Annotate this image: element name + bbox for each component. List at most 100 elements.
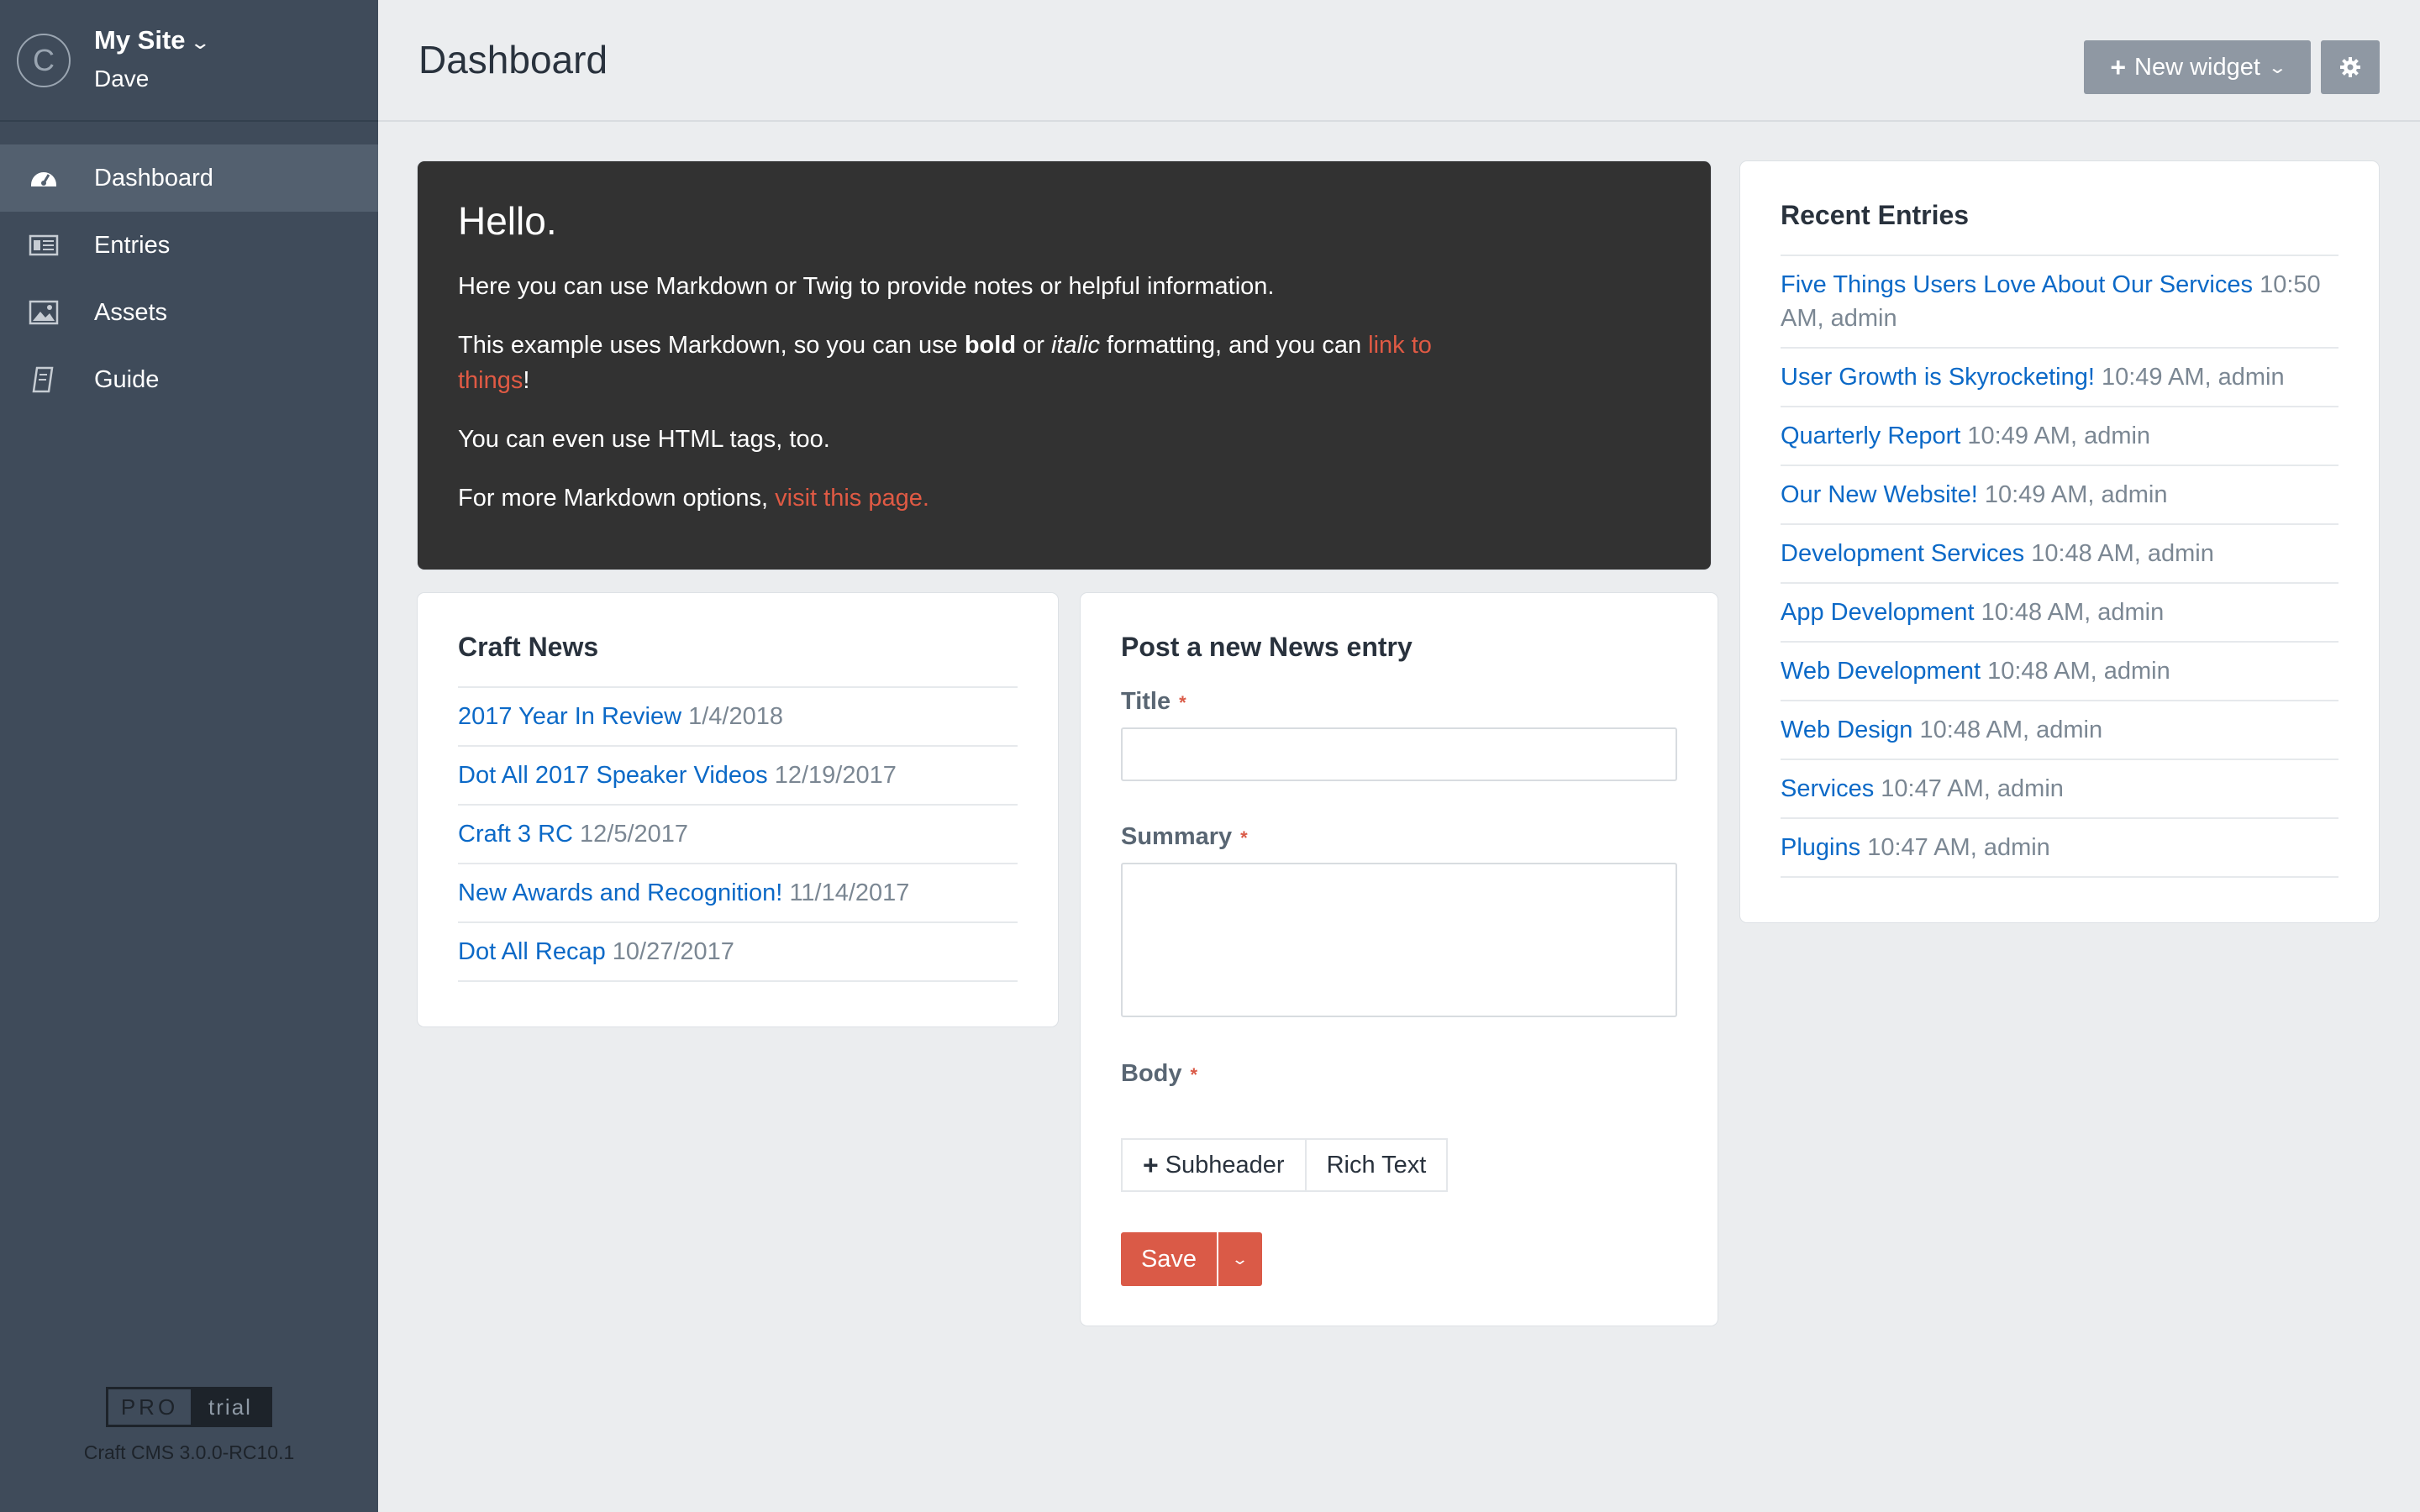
news-item: New Awards and Recognition! 11/14/2017 — [458, 864, 1018, 923]
widget-title: Recent Entries — [1781, 200, 2338, 256]
chevron-down-icon: ⌄ — [2267, 58, 2288, 77]
site-logo: C — [17, 34, 71, 87]
entry-meta: 10:48 AM, admin — [2031, 540, 2214, 567]
entry-meta: 10:49 AM, admin — [1984, 481, 2168, 508]
dashboard-icon — [31, 172, 56, 186]
news-link[interactable]: Craft 3 RC — [458, 821, 573, 848]
news-link[interactable]: Dot All Recap — [458, 938, 606, 965]
body-block-buttons: + Subheader Rich Text — [1121, 1138, 1677, 1192]
entry-item: App Development 10:48 AM, admin — [1781, 584, 2338, 643]
news-link[interactable]: Dot All 2017 Speaker Videos — [458, 762, 768, 789]
entry-item: Web Design 10:48 AM, admin — [1781, 701, 2338, 760]
news-item: 2017 Year In Review 1/4/2018 — [458, 688, 1018, 747]
entry-meta: 10:48 AM, admin — [1987, 658, 2170, 685]
edition-badge[interactable]: PRO trial — [106, 1387, 272, 1427]
hello-heading: Hello. — [458, 199, 557, 243]
entry-meta: 10:48 AM, admin — [1919, 717, 2103, 743]
entry-item: User Growth is Skyrocketing! 10:49 AM, a… — [1781, 349, 2338, 407]
widget-title: Post a new News entry — [1121, 632, 1413, 662]
entry-link[interactable]: Web Design — [1781, 717, 1912, 743]
visit-page-link[interactable]: visit this page. — [775, 485, 929, 512]
site-name: My Site — [94, 25, 186, 55]
nav-item-dashboard[interactable]: Dashboard — [0, 144, 378, 212]
title-label: Title * — [1121, 688, 1186, 715]
entry-item: Quarterly Report 10:49 AM, admin — [1781, 407, 2338, 466]
news-link[interactable]: New Awards and Recognition! — [458, 879, 782, 906]
new-widget-label: New widget — [2134, 53, 2260, 81]
entries-icon — [29, 234, 59, 256]
required-icon: * — [1179, 692, 1186, 713]
hello-paragraph: Here you can use Markdown or Twig to pro… — [458, 273, 1275, 300]
add-subheader-button[interactable]: + Subheader — [1121, 1138, 1307, 1192]
news-link[interactable]: 2017 Year In Review — [458, 703, 681, 730]
entry-link[interactable]: Quarterly Report — [1781, 423, 1960, 449]
plus-icon: + — [2110, 51, 2126, 82]
user-name[interactable]: Dave — [94, 66, 149, 92]
edition-pro: PRO — [120, 1394, 179, 1420]
news-item: Dot All Recap 10/27/2017 — [458, 923, 1018, 982]
news-date: 12/19/2017 — [774, 762, 897, 789]
entry-meta: 10:49 AM, admin — [2101, 364, 2285, 391]
nav-label: Guide — [94, 365, 160, 393]
entry-link[interactable]: Services — [1781, 775, 1874, 802]
title-input[interactable] — [1121, 727, 1677, 781]
entry-meta: 10:47 AM, admin — [1867, 834, 2050, 861]
entry-item: Plugins 10:47 AM, admin — [1781, 819, 2338, 878]
guide-icon — [32, 366, 54, 393]
required-icon: * — [1190, 1064, 1198, 1085]
save-button[interactable]: Save — [1121, 1232, 1217, 1286]
site-switcher[interactable]: My Site ⌄ — [94, 25, 211, 55]
entry-item: Services 10:47 AM, admin — [1781, 760, 2338, 819]
version-label: Craft CMS 3.0.0-RC10.1 — [83, 1441, 295, 1463]
summary-textarea[interactable] — [1121, 863, 1677, 1017]
gear-icon — [2340, 57, 2360, 77]
news-item: Dot All 2017 Speaker Videos 12/19/2017 — [458, 747, 1018, 806]
sidebar: C My Site ⌄ Dave Dashboard Entries Assets… — [0, 0, 378, 1512]
news-date: 11/14/2017 — [789, 879, 910, 906]
entry-link[interactable]: App Development — [1781, 599, 1975, 626]
entry-link[interactable]: Five Things Users Love About Our Service… — [1781, 271, 2253, 298]
edition-trial: trial — [191, 1389, 270, 1425]
chevron-down-icon: ⌄ — [188, 32, 211, 53]
new-widget-button[interactable]: + New widget ⌄ — [2084, 40, 2311, 94]
entry-item: Development Services 10:48 AM, admin — [1781, 525, 2338, 584]
main-nav: Dashboard Entries Assets Guide — [0, 144, 378, 413]
hello-paragraph: You can even use HTML tags, too. — [458, 426, 830, 453]
body-label: Body * — [1121, 1060, 1198, 1087]
entry-meta: 10:47 AM, admin — [1881, 775, 2064, 802]
quick-post-widget: Post a new News entry Title * Summary * Bo… — [1081, 593, 1718, 1326]
entry-item: Our New Website! 10:49 AM, admin — [1781, 466, 2338, 525]
chevron-down-icon: ⌄ — [1231, 1250, 1249, 1268]
news-item: Craft 3 RC 12/5/2017 — [458, 806, 1018, 864]
entry-link[interactable]: User Growth is Skyrocketing! — [1781, 364, 2095, 391]
nav-label: Dashboard — [94, 164, 213, 192]
assets-icon — [29, 300, 59, 325]
entry-meta: 10:49 AM, admin — [1967, 423, 2151, 449]
summary-label: Summary * — [1121, 823, 1248, 850]
page-title: Dashboard — [418, 38, 608, 81]
entry-meta: 10:48 AM, admin — [1981, 599, 2165, 626]
news-date: 10/27/2017 — [612, 938, 734, 965]
settings-button[interactable] — [2321, 40, 2380, 94]
required-icon: * — [1240, 827, 1248, 848]
nav-label: Entries — [94, 231, 171, 259]
save-menu-button[interactable]: ⌄ — [1218, 1232, 1262, 1286]
entry-item: Web Development 10:48 AM, admin — [1781, 643, 2338, 701]
nav-label: Assets — [94, 298, 168, 326]
entry-link[interactable]: Development Services — [1781, 540, 2024, 567]
plus-icon: + — [1143, 1149, 1159, 1180]
widget-title: Craft News — [458, 632, 1018, 688]
save-controls: Save ⌄ — [1121, 1232, 1677, 1286]
site-header: C My Site ⌄ Dave — [0, 0, 378, 122]
hello-paragraph: For more Markdown options, visit this pa… — [458, 485, 929, 512]
entry-link[interactable]: Our New Website! — [1781, 481, 1978, 508]
nav-item-assets[interactable]: Assets — [0, 279, 378, 346]
entry-link[interactable]: Plugins — [1781, 834, 1860, 861]
nav-item-entries[interactable]: Entries — [0, 212, 378, 279]
hello-paragraph: This example uses Markdown, so you can u… — [458, 332, 1432, 394]
add-richtext-button[interactable]: Rich Text — [1306, 1138, 1449, 1192]
entry-item: Five Things Users Love About Our Service… — [1781, 256, 2338, 349]
recent-entries-widget: Recent Entries Five Things Users Love Ab… — [1740, 161, 2379, 922]
entry-link[interactable]: Web Development — [1781, 658, 1981, 685]
nav-item-guide[interactable]: Guide — [0, 346, 378, 413]
